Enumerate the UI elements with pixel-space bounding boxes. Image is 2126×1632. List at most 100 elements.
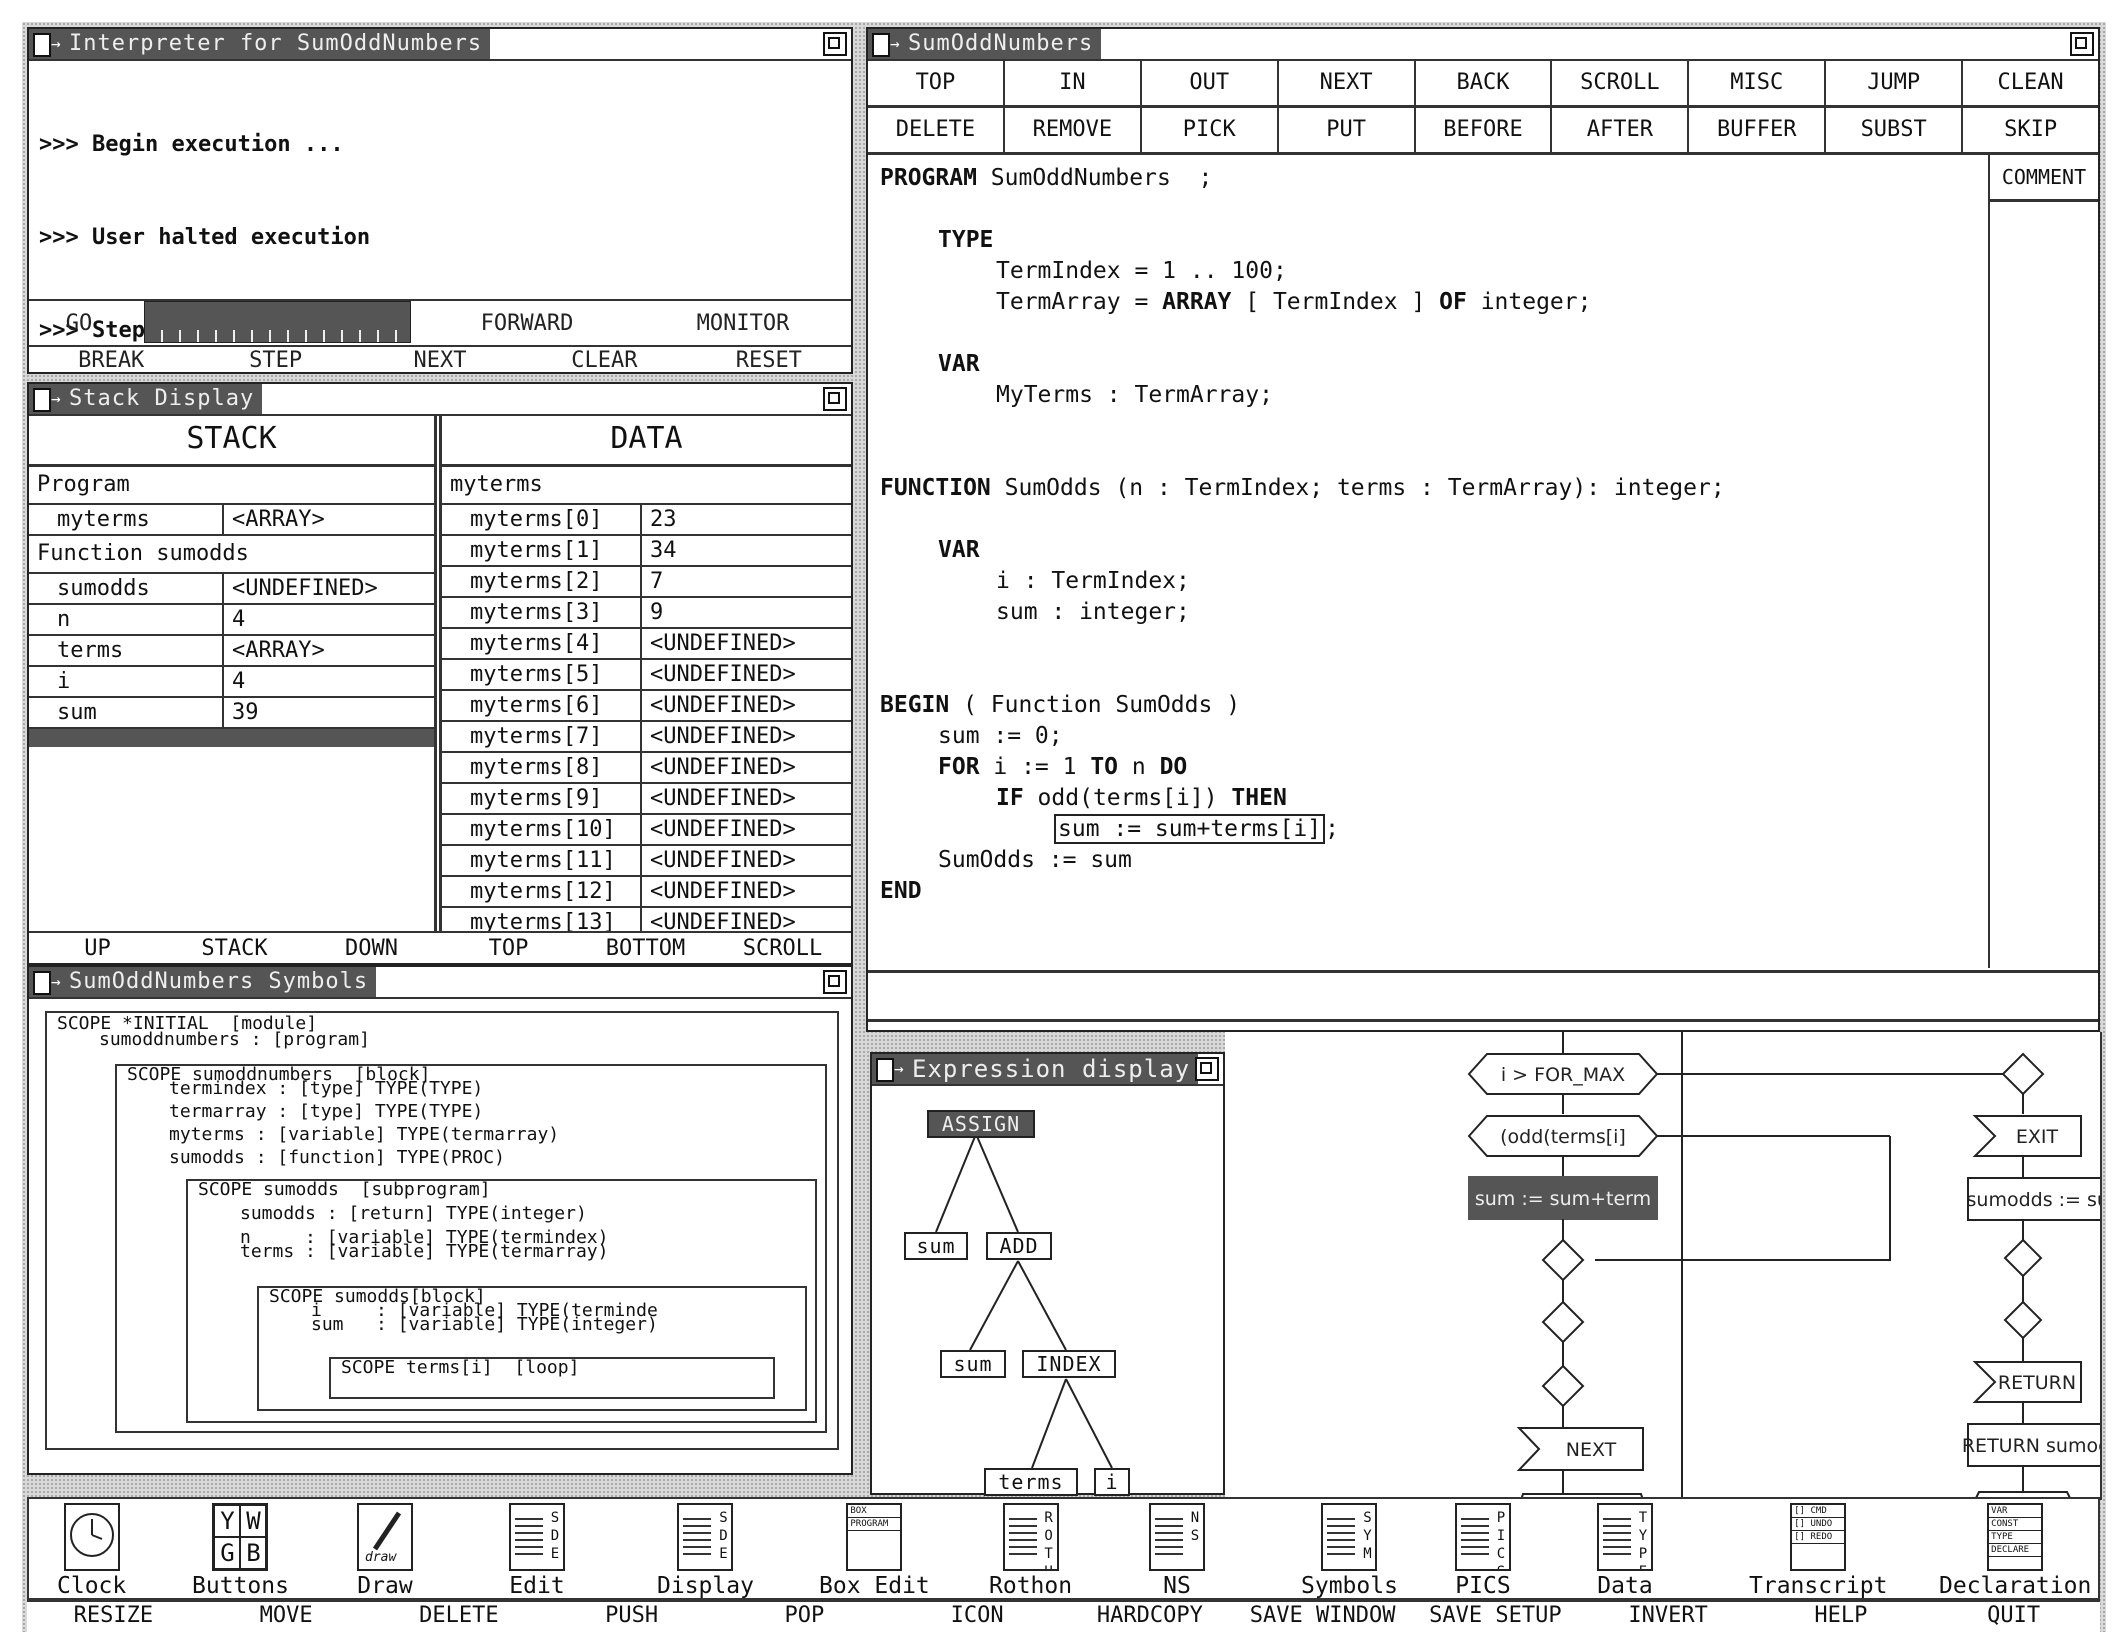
tree-node-index[interactable]: INDEX [1022,1350,1116,1378]
put-button[interactable]: PUT [1279,108,1416,152]
exit-label[interactable]: EXIT [2016,1126,2059,1148]
code-line[interactable]: sum : integer; [880,597,1725,628]
code-line[interactable] [880,504,1725,535]
data-element-row[interactable]: myterms[2] 7 [442,567,851,598]
code-line[interactable]: SumOdds := sum [880,845,1725,876]
stack-button[interactable]: STACK [166,936,303,961]
step-button[interactable]: STEP [193,348,357,373]
data-element-row[interactable]: myterms[3] 9 [442,598,851,629]
code-line[interactable]: VAR [880,535,1725,566]
code-line[interactable] [880,628,1725,659]
dock-item-draw[interactable]: draw Draw [357,1503,413,1599]
scope-terms-loop[interactable]: SCOPE terms[i] [loop] [329,1357,775,1399]
stack-variable-row[interactable]: i4 [29,667,434,698]
go-button[interactable]: GO [29,311,129,336]
remove-button[interactable]: REMOVE [1005,108,1142,152]
jump-button[interactable]: JUMP [1826,61,1964,105]
code-line[interactable]: FOR i := 1 TO n DO [880,752,1725,783]
assign-stmt-label[interactable]: sum := sum+term [1475,1188,1651,1210]
loop-test-label[interactable]: i > FOR_MAX [1501,1064,1625,1086]
dock-item-clock[interactable]: Clock [57,1503,126,1599]
forward-button[interactable]: FORWARD [419,311,635,336]
zoom-box-icon[interactable] [823,32,847,56]
dock-item-transcript[interactable]: [] CMD[] UNDO[] REDO Transcript [1749,1503,1887,1599]
code-line[interactable]: TermIndex = 1 .. 100; [880,256,1725,287]
reset-button[interactable]: RESET [687,348,851,373]
down-button[interactable]: DOWN [303,936,440,961]
delete-button[interactable]: DELETE [868,108,1005,152]
zoom-box-icon[interactable] [1195,1057,1219,1081]
system-menu-save-setup[interactable]: SAVE SETUP [1409,1602,1582,1632]
zoom-box-icon[interactable] [823,387,847,411]
tree-node-add[interactable]: ADD [986,1232,1052,1260]
data-element-row[interactable]: myterms[12] <UNDEFINED> [442,877,851,908]
symbols-titlebar[interactable]: SumOddNumbers Symbols → [29,967,851,999]
code-line[interactable]: IF odd(terms[i]) THEN [880,783,1725,814]
dock-item-declaration[interactable]: VAR CONST TYPE DECLARE Declaration [1939,1503,2091,1599]
zoom-box-icon[interactable] [823,970,847,994]
data-element-row[interactable]: myterms[7] <UNDEFINED> [442,722,851,753]
zoom-box-icon[interactable] [2070,32,2094,56]
stack-variable-row[interactable]: sumodds <UNDEFINED> [29,574,434,605]
in-button[interactable]: IN [1005,61,1142,105]
subst-button[interactable]: SUBST [1826,108,1964,152]
after-button[interactable]: AFTER [1552,108,1690,152]
skip-button[interactable]: SKIP [1963,108,2098,152]
speed-slider[interactable] [144,301,411,343]
stack-frame-header[interactable]: Function sumodds [29,536,434,574]
data-element-row[interactable]: myterms[0] 23 [442,505,851,536]
code-line[interactable] [880,194,1725,225]
expression-titlebar[interactable]: Expression display → [872,1054,1223,1086]
stack-variable-row[interactable]: sum 39 [29,698,434,729]
top-button[interactable]: TOP [440,936,577,961]
data-element-row[interactable]: myterms[9] <UNDEFINED> [442,784,851,815]
close-box-icon[interactable] [872,33,890,57]
tree-node-sum[interactable]: sum [904,1232,968,1260]
dock-item-data[interactable]: TYPES Data [1597,1503,1653,1599]
system-menu-move[interactable]: MOVE [200,1602,373,1632]
dock-item-rothon[interactable]: ROTHON Rothon [989,1503,1072,1599]
bottom-button[interactable]: BOTTOM [577,936,714,961]
dock-item-symbols[interactable]: SYM Symbols [1301,1503,1398,1599]
next-button[interactable]: NEXT [358,348,522,373]
stack-titlebar[interactable]: Stack Display → [29,384,851,416]
code-line[interactable]: MyTerms : TermArray; [880,380,1725,411]
clean-button[interactable]: CLEAN [1963,61,2098,105]
data-element-row[interactable]: myterms[6] <UNDEFINED> [442,691,851,722]
data-element-row[interactable]: myterms[13] <UNDEFINED> [442,908,851,931]
data-element-row[interactable]: myterms[1] 34 [442,536,851,567]
code-line[interactable]: sum := sum+terms[i]; [880,814,1725,845]
close-box-icon[interactable] [33,388,51,412]
code-line[interactable]: TermArray = ARRAY [ TermIndex ] OF integ… [880,287,1725,318]
stack-variable-row[interactable]: myterms <ARRAY> [29,505,434,536]
top-button[interactable]: TOP [868,61,1005,105]
system-menu-save-window[interactable]: SAVE WINDOW [1236,1602,1409,1632]
pick-button[interactable]: PICK [1142,108,1279,152]
close-box-icon[interactable] [33,33,51,57]
data-element-row[interactable]: myterms[5] <UNDEFINED> [442,660,851,691]
system-menu-quit[interactable]: QUIT [1927,1602,2100,1632]
scroll-button[interactable]: SCROLL [1552,61,1690,105]
code-line[interactable]: VAR [880,349,1725,380]
back-button[interactable]: BACK [1416,61,1553,105]
stack-variable-row[interactable]: terms <ARRAY> [29,636,434,667]
code-line[interactable]: TYPE [880,225,1725,256]
code-area[interactable]: PROGRAM SumOddNumbers ; TYPE TermIndex = 1… [868,155,1988,970]
break-button[interactable]: BREAK [29,348,193,373]
editor-titlebar[interactable]: SumOddNumbers → [868,29,2098,61]
system-menu-push[interactable]: PUSH [545,1602,718,1632]
comment-button[interactable]: COMMENT [1990,155,2098,202]
return-stmt-label[interactable]: RETURN sumodds [1962,1435,2100,1457]
interpreter-titlebar[interactable]: Interpreter for SumOddNumbers → [29,29,851,61]
system-menu-resize[interactable]: RESIZE [27,1602,200,1632]
misc-button[interactable]: MISC [1689,61,1827,105]
code-line[interactable] [880,659,1725,690]
system-menu-invert[interactable]: INVERT [1582,1602,1755,1632]
dock-item-display[interactable]: SDE Display [657,1503,754,1599]
system-menu-delete[interactable]: DELETE [373,1602,546,1632]
buffer-button[interactable]: BUFFER [1689,108,1827,152]
clear-button[interactable]: CLEAR [522,348,686,373]
tree-node-sum[interactable]: sum [940,1350,1006,1378]
return-label[interactable]: RETURN [1998,1372,2076,1394]
tree-node-terms[interactable]: terms [984,1468,1078,1496]
